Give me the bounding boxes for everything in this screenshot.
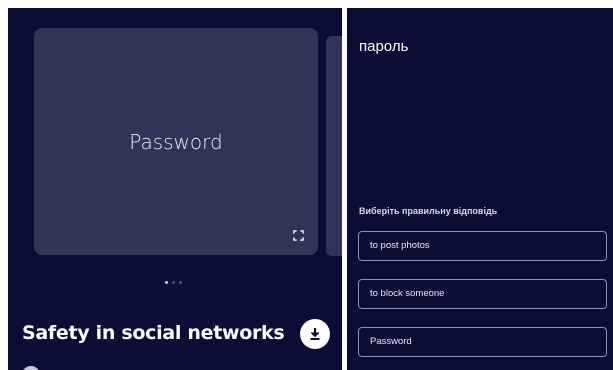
flashcard-term: Password	[129, 130, 223, 154]
answer-option[interactable]: Password	[358, 327, 607, 357]
answer-prompt: Виберіть правильну відповідь	[359, 206, 498, 216]
answer-option[interactable]: to post photos	[358, 231, 607, 261]
next-flashcard-peek[interactable]	[326, 36, 342, 256]
fullscreen-expand-icon[interactable]	[293, 230, 304, 241]
answer-option[interactable]: to block someone	[358, 279, 607, 309]
flashcards-panel: Password Safety in social networks	[8, 8, 342, 370]
question-term: пароль	[359, 38, 409, 55]
set-title: Safety in social networks	[22, 322, 285, 344]
avatar[interactable]	[22, 366, 40, 370]
pagination-dot-active[interactable]	[165, 281, 168, 284]
carousel-pagination	[165, 281, 182, 284]
pagination-dot[interactable]	[172, 281, 175, 284]
quiz-panel: пароль Виберіть правильну відповідь to p…	[347, 8, 613, 370]
pagination-dot[interactable]	[179, 281, 182, 284]
download-icon	[310, 328, 320, 340]
flashcard[interactable]: Password	[34, 28, 318, 255]
download-button[interactable]	[300, 319, 330, 349]
